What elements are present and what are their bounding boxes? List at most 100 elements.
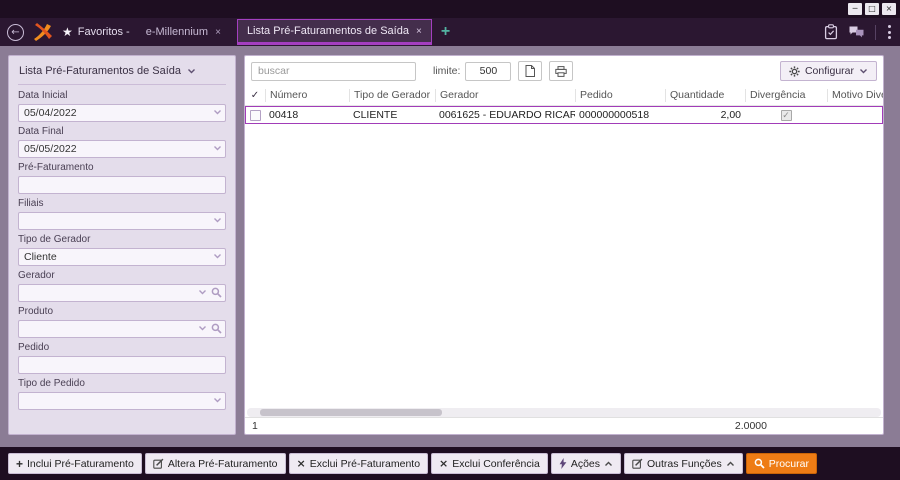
chevron-down-icon	[214, 110, 221, 115]
favorites-label: Favoritos -	[77, 26, 130, 38]
document-icon	[525, 65, 536, 77]
chevron-down-icon	[214, 218, 221, 223]
row-checkbox[interactable]	[249, 109, 261, 121]
app-window: ─ □ × ← ★ Favoritos - e-Millennium × Lis…	[0, 0, 900, 480]
pre-faturamento-input[interactable]	[18, 176, 226, 194]
cell-pedido: 000000000518	[579, 109, 650, 121]
data-final-input[interactable]	[18, 140, 226, 158]
new-tab-button[interactable]: +	[441, 23, 450, 41]
exclui-conferencia-button[interactable]: × Exclui Conferência	[431, 453, 548, 474]
pedido-input[interactable]	[18, 356, 226, 374]
filiais-input[interactable]	[18, 212, 226, 230]
search-icon	[211, 287, 222, 298]
filter-field-pedido: Pedido	[18, 342, 226, 374]
filter-field-gerador: Gerador	[18, 270, 226, 302]
main-area: Lista Pré-Faturamentos de Saída Data Ini…	[0, 46, 900, 447]
column-header-pedido[interactable]: Pedido	[575, 89, 665, 102]
field-label: Pré-Faturamento	[18, 162, 94, 173]
printer-icon	[555, 65, 568, 77]
star-icon: ★	[62, 25, 73, 39]
filter-field-tipo-de-pedido: Tipo de Pedido	[18, 378, 226, 410]
chevron-down-icon	[199, 326, 206, 331]
field-label: Filiais	[18, 198, 44, 209]
column-header-gerador[interactable]: Gerador	[435, 89, 575, 102]
edit-icon	[632, 458, 643, 469]
grid-header: ✓ Número Tipo de Gerador Gerador Pedido Quant…	[245, 86, 883, 106]
data-inicial-input[interactable]	[18, 104, 226, 122]
tab-lista-pre-faturamentos[interactable]: Lista Pré-Faturamentos de Saída ×	[236, 19, 432, 45]
altera-pre-faturamento-button[interactable]: Altera Pré-Faturamento	[144, 453, 286, 474]
tab-e-millennium[interactable]: e-Millennium ×	[137, 19, 230, 45]
filter-field-tipo-de-gerador: Tipo de Gerador	[18, 234, 226, 266]
back-button[interactable]: ←	[7, 23, 24, 41]
chevron-down-icon	[214, 398, 221, 403]
dropdown-and-search-icons[interactable]	[198, 283, 222, 301]
row-count: 1	[252, 420, 258, 432]
configure-button[interactable]: Configurar	[779, 61, 877, 81]
filter-field-filiais: Filiais	[18, 198, 226, 230]
column-header-quantidade[interactable]: Quantidade	[665, 89, 745, 102]
limit-input[interactable]	[465, 61, 512, 81]
exclui-pre-faturamento-button[interactable]: × Exclui Pré-Faturamento	[288, 453, 429, 474]
horizontal-scrollbar[interactable]	[247, 408, 881, 417]
acoes-button[interactable]: Ações	[550, 453, 621, 474]
cell-tipo-de-gerador: CLIENTE	[353, 109, 398, 121]
field-label: Data Inicial	[18, 90, 68, 101]
filter-field-data-final: Data Final	[18, 126, 226, 158]
cell-gerador: 0061625 - EDUARDO RICARDO	[439, 109, 575, 121]
close-button[interactable]: ×	[882, 3, 896, 15]
dropdown-icon[interactable]	[213, 247, 222, 265]
x-icon: ×	[439, 457, 449, 470]
chevron-down-icon	[214, 254, 221, 259]
search-icon	[754, 458, 765, 469]
tipo-de-pedido-input[interactable]	[18, 392, 226, 410]
minimize-button[interactable]: ─	[848, 3, 862, 15]
search-icon	[754, 458, 765, 469]
dropdown-icon[interactable]	[213, 139, 222, 157]
chevron-up-icon	[604, 461, 613, 467]
print-button[interactable]	[549, 61, 574, 81]
toolbar-separator	[875, 24, 876, 40]
gerador-input[interactable]	[18, 284, 226, 302]
clipboard-icon[interactable]	[824, 24, 838, 40]
sidebar-header[interactable]: Lista Pré-Faturamentos de Saída	[18, 63, 226, 85]
produto-input[interactable]	[18, 320, 226, 338]
dropdown-icon[interactable]	[213, 103, 222, 121]
tab-close-icon[interactable]: ×	[416, 26, 422, 37]
scrollbar-thumb[interactable]	[260, 409, 442, 416]
procurar-button[interactable]: Procurar	[745, 453, 817, 474]
cell-numero: 00418	[269, 109, 299, 121]
select-all-checkbox[interactable]: ✓	[245, 86, 265, 106]
field-label: Produto	[18, 306, 54, 317]
action-bar: + Inclui Pré-Faturamento Altera Pré-Fatura…	[0, 447, 900, 480]
edit-icon	[153, 458, 164, 469]
tipo-de-gerador-input[interactable]	[18, 248, 226, 266]
chevron-down-icon	[214, 146, 221, 151]
chat-icon[interactable]	[848, 25, 865, 39]
grid-rows: 00418 CLIENTE 0061625 - EDUARDO RICARDO 000…	[245, 106, 883, 408]
dropdown-icon[interactable]	[213, 211, 222, 229]
column-header-divergencia[interactable]: Divergência	[745, 89, 827, 102]
column-header-tipo-de-gerador[interactable]: Tipo de Gerador	[349, 89, 435, 102]
column-header-motivo-divergencia[interactable]: Motivo Divergência	[827, 89, 883, 102]
sidebar-fields: Data Inicial Data Final Pré-Faturamento Fil…	[18, 90, 226, 410]
dropdown-and-search-icons[interactable]	[198, 319, 222, 337]
chevron-down-icon	[860, 69, 867, 74]
export-button[interactable]	[518, 61, 543, 81]
x-icon: ×	[296, 457, 306, 470]
search-input[interactable]	[251, 61, 416, 81]
outras-funcoes-button[interactable]: Outras Funções	[624, 453, 743, 474]
filter-field-produto: Produto	[18, 306, 226, 338]
maximize-button[interactable]: □	[865, 3, 879, 15]
dropdown-icon[interactable]	[213, 391, 222, 409]
tab-bar: ← ★ Favoritos - e-Millennium × Lista Pré…	[0, 18, 900, 46]
inclui-pre-faturamento-button[interactable]: + Inclui Pré-Faturamento	[8, 453, 142, 474]
field-label: Gerador	[18, 270, 55, 281]
table-row[interactable]: 00418 CLIENTE 0061625 - EDUARDO RICARDO 000…	[245, 106, 883, 124]
column-header-numero[interactable]: Número	[265, 89, 349, 102]
tab-close-icon[interactable]: ×	[215, 27, 221, 38]
favorites-menu[interactable]: ★ Favoritos -	[62, 25, 130, 39]
filter-field-data-inicial: Data Inicial	[18, 90, 226, 122]
tab-label: e-Millennium	[145, 26, 209, 38]
overflow-menu-icon[interactable]	[886, 24, 893, 41]
